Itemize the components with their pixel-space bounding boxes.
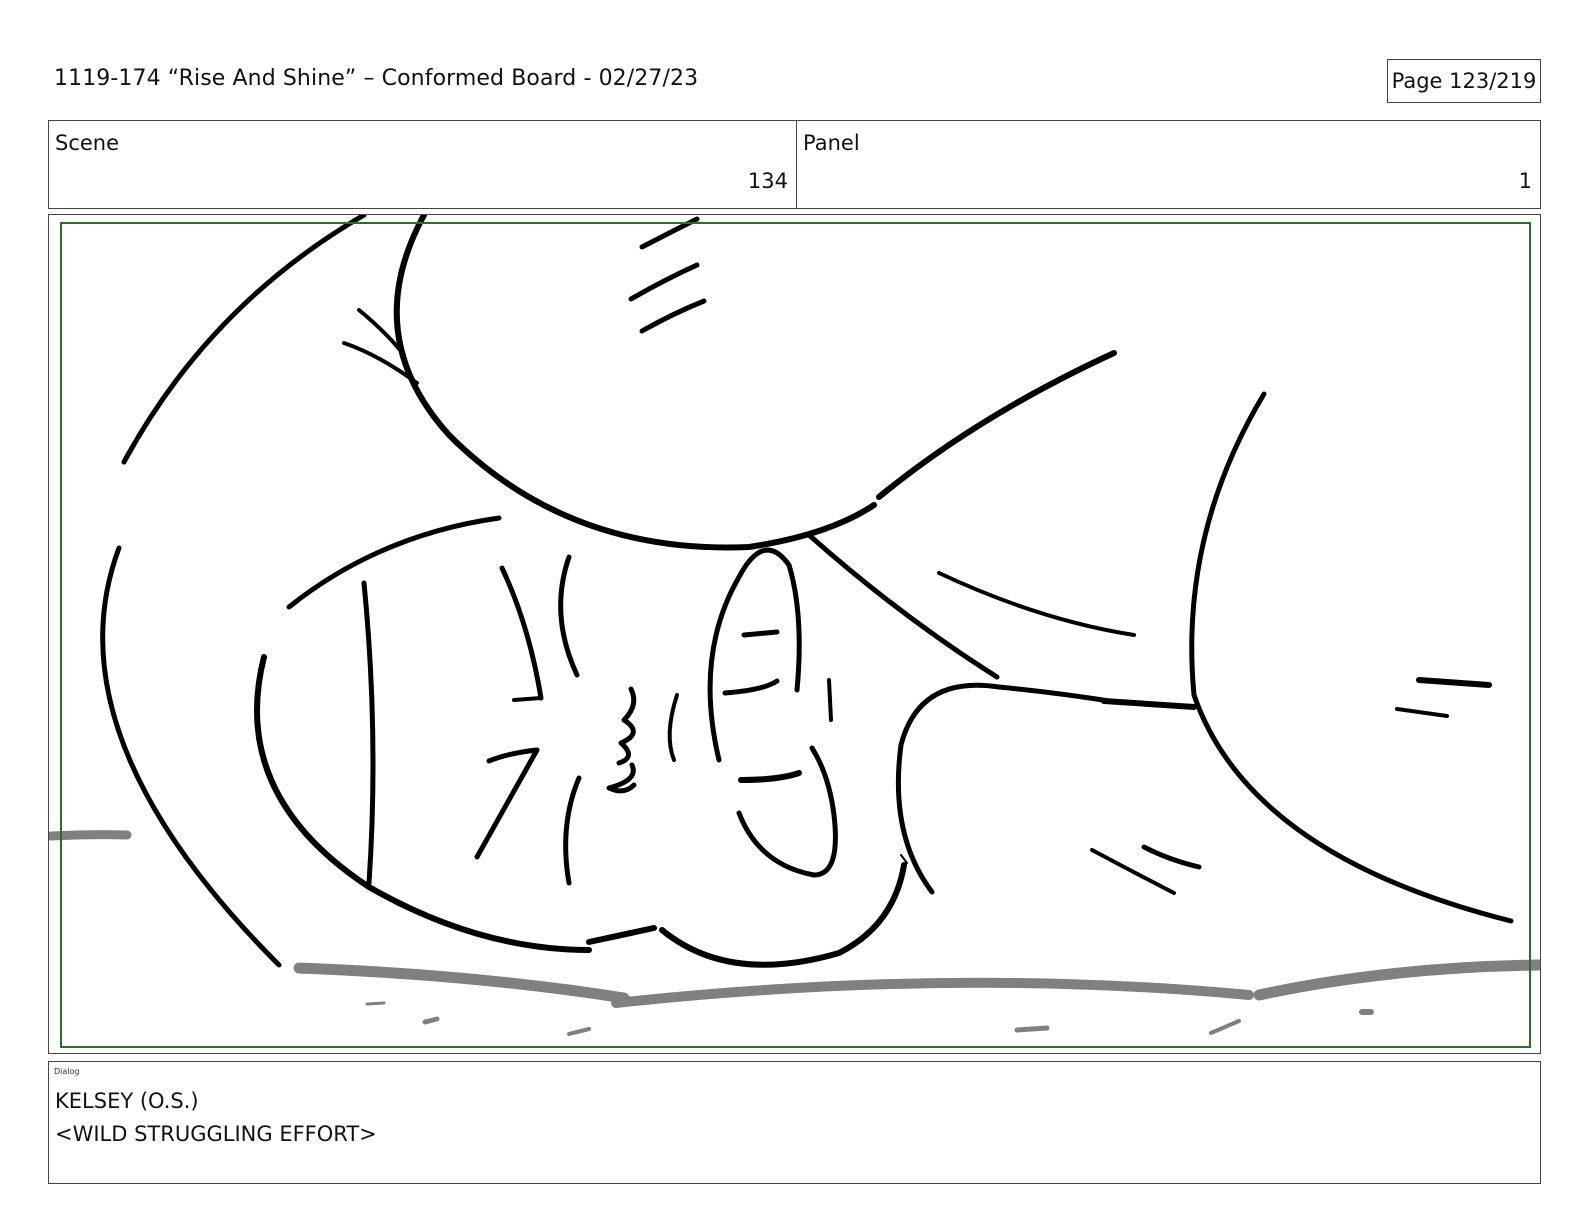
page-indicator: Page 123/219 [1387, 59, 1541, 103]
dialog-text: <WILD STRUGGLING EFFORT> [55, 1122, 377, 1146]
panel-number: 1 [1518, 169, 1532, 193]
scene-panel-info: Scene 134 Panel 1 [48, 120, 1541, 209]
scene-number: 134 [747, 169, 788, 193]
scene-cell: Scene 134 [49, 121, 797, 208]
dialog-box: Dialog KELSEY (O.S.) <WILD STRUGGLING EF… [48, 1061, 1541, 1184]
panel-label: Panel [803, 131, 860, 155]
dialog-label: Dialog [54, 1067, 80, 1076]
storyboard-panel-frame [48, 214, 1541, 1054]
character-sketch-lines [100, 215, 1514, 968]
storyboard-drawing [49, 215, 1540, 1036]
ground-lines [49, 830, 1540, 1036]
scene-label: Scene [55, 131, 120, 155]
dialog-character: KELSEY (O.S.) [55, 1089, 199, 1113]
board-title: 1119-174 “Rise And Shine” – Conformed Bo… [54, 66, 699, 91]
panel-cell: Panel 1 [797, 121, 1540, 208]
